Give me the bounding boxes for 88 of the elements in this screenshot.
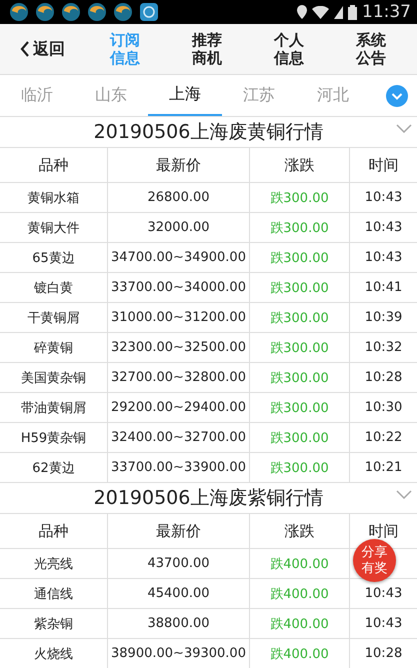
nav-tab[interactable]: 订阅信息	[110, 31, 140, 67]
table-cell: 干黄铜屑	[0, 303, 108, 333]
region-tab[interactable]: 江苏	[222, 75, 296, 116]
table-cell: 10:43	[350, 609, 417, 639]
table-cell: 26800.00	[108, 183, 250, 213]
table-cell: 34700.00~34900.00	[108, 243, 250, 273]
table-cell: 45400.00	[108, 579, 250, 609]
table-cell: 10:30	[350, 393, 417, 423]
table-cell: 33700.00~34000.00	[108, 273, 250, 303]
column-header: 涨跌	[250, 514, 350, 549]
column-header: 品种	[0, 514, 108, 549]
table-cell: 29200.00~29400.00	[108, 393, 250, 423]
table-cell: 33700.00~33900.00	[108, 453, 250, 483]
table-cell: 跌300.00	[250, 273, 350, 303]
table-cell: 38900.00~39300.00	[108, 639, 250, 668]
table-cell: 光亮线	[0, 549, 108, 579]
table-cell: 跌300.00	[250, 243, 350, 273]
clock: 11:37	[362, 2, 411, 22]
nav-tab[interactable]: 推荐商机	[192, 31, 222, 67]
chevron-down-icon[interactable]	[396, 490, 412, 499]
region-tab[interactable]: 上海	[148, 75, 222, 116]
back-button[interactable]: 返回	[0, 38, 88, 60]
table-cell: 跌300.00	[250, 303, 350, 333]
table-cell: 跌300.00	[250, 333, 350, 363]
table-cell: 10:43	[350, 213, 417, 243]
table-cell: 通信线	[0, 579, 108, 609]
app-notification-icon	[140, 3, 158, 21]
table-cell: 65黄边	[0, 243, 108, 273]
table-cell: 10:28	[350, 639, 417, 668]
nav-tab[interactable]: 个人信息	[274, 31, 304, 67]
app-notification-icon	[62, 3, 80, 21]
table-cell: 10:43	[350, 243, 417, 273]
column-header: 最新价	[108, 514, 250, 549]
table-cell: 10:32	[350, 333, 417, 363]
chevron-down-icon[interactable]	[396, 124, 412, 133]
table-cell: 镀白黄	[0, 273, 108, 303]
wifi-icon	[312, 6, 329, 18]
table-cell: 跌300.00	[250, 453, 350, 483]
table-cell: H59黄杂铜	[0, 423, 108, 453]
app-notification-icon	[10, 3, 28, 21]
nav-tab[interactable]: 系统公告	[356, 31, 386, 67]
table-cell: 跌300.00	[250, 393, 350, 423]
table-cell: 黄铜水箱	[0, 183, 108, 213]
table-cell: 跌300.00	[250, 183, 350, 213]
region-tab[interactable]: 山东	[74, 75, 148, 116]
table-cell: 10:28	[350, 363, 417, 393]
table-cell: 62黄边	[0, 453, 108, 483]
table-cell: 32000.00	[108, 213, 250, 243]
section-title: 20190506上海废黄铜行情	[94, 120, 324, 145]
table-cell: 10:43	[350, 183, 417, 213]
column-header: 最新价	[108, 148, 250, 183]
table-cell: 32400.00~32700.00	[108, 423, 250, 453]
table-cell: 10:39	[350, 303, 417, 333]
table-cell: 跌400.00	[250, 639, 350, 668]
table-cell: 32300.00~32500.00	[108, 333, 250, 363]
table-cell: 31000.00~31200.00	[108, 303, 250, 333]
table-cell: 10:21	[350, 453, 417, 483]
table-cell: 跌300.00	[250, 213, 350, 243]
table-cell: 紫杂铜	[0, 609, 108, 639]
battery-icon	[348, 4, 357, 20]
section-title: 20190506上海废紫铜行情	[94, 486, 324, 511]
table-cell: 跌300.00	[250, 423, 350, 453]
table-cell: 火烧线	[0, 639, 108, 668]
region-tab[interactable]: 临沂	[0, 75, 74, 116]
chevron-left-icon	[20, 41, 30, 57]
expand-icon[interactable]	[386, 84, 408, 106]
table-cell: 跌300.00	[250, 363, 350, 393]
location-icon	[297, 5, 307, 19]
app-notification-icon	[88, 3, 106, 21]
column-header: 涨跌	[250, 148, 350, 183]
table-cell: 跌400.00	[250, 549, 350, 579]
column-header: 品种	[0, 148, 108, 183]
signal-icon	[334, 6, 343, 18]
table-cell: 带油黄铜屑	[0, 393, 108, 423]
table-cell: 38800.00	[108, 609, 250, 639]
table-cell: 10:22	[350, 423, 417, 453]
region-tab[interactable]: 河北	[296, 75, 370, 116]
app-notification-icon	[114, 3, 132, 21]
table-cell: 10:41	[350, 273, 417, 303]
app-notification-icon	[36, 3, 54, 21]
table-cell: 黄铜大件	[0, 213, 108, 243]
table-cell: 美国黄杂铜	[0, 363, 108, 393]
column-header: 时间	[350, 148, 417, 183]
table-cell: 跌400.00	[250, 579, 350, 609]
table-cell: 碎黄铜	[0, 333, 108, 363]
table-cell: 43700.00	[108, 549, 250, 579]
table-cell: 32700.00~32800.00	[108, 363, 250, 393]
table-cell: 跌400.00	[250, 609, 350, 639]
